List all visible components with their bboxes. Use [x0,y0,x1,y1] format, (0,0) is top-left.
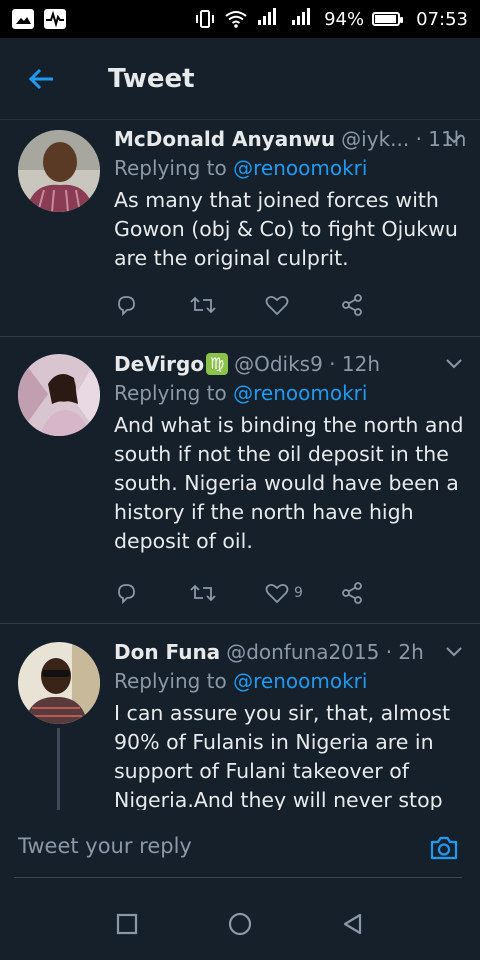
battery-percent: 94% [324,8,365,30]
vibrate-icon [196,10,215,28]
recents-square-icon [116,913,137,935]
home-circle-icon [228,912,252,936]
camera-button[interactable] [428,832,460,864]
share-icon [342,582,362,604]
mention-link[interactable]: @renoomokri [233,669,367,693]
chevron-down-icon[interactable] [442,126,466,150]
signal-icon-1 [256,7,282,31]
handle-text: @iyk... [341,127,410,151]
avatar[interactable] [18,354,100,436]
reply-icon [118,584,135,605]
tweet-header: McDonald Anyanwu @iyk... · 11h [114,124,466,154]
camera-icon [430,836,458,860]
home-button[interactable] [220,904,260,944]
status-right: 94% 07:53 [194,7,468,31]
status-left-icons [12,9,66,29]
retweet-button[interactable] [189,293,264,317]
clock: 07:53 [416,8,468,30]
top-app-bar: Tweet [0,38,480,120]
handle-text: @donfuna2015 [226,640,380,664]
reply-input[interactable]: Tweet your reply [18,834,192,858]
display-name[interactable]: Don Funa [114,640,220,664]
battery-icon [372,12,404,26]
reply-button[interactable] [114,293,189,317]
share-button[interactable] [339,581,414,605]
back-triangle-icon [344,913,362,935]
handle: @Odiks9 · 12h [234,352,381,376]
tweet-header: DeVirgo ♍ @Odiks9 · 12h [114,349,466,379]
system-nav-bar [0,888,480,960]
like-button[interactable] [264,293,339,317]
reply-icon [118,296,135,317]
retweet-button[interactable] [189,581,264,605]
timestamp: 12h [341,352,381,376]
avatar[interactable] [18,642,100,724]
retweet-icon [190,584,216,602]
signal-icon-2 [290,7,316,31]
arrow-left-icon [28,68,53,89]
battery-fill [375,15,396,23]
replying-prefix: Replying to [114,156,234,180]
nav-back-button[interactable] [333,904,373,944]
heart-icon [265,295,289,316]
timestamp: 2h [398,640,424,664]
share-icon [342,294,362,316]
heart-icon [265,583,289,604]
tweet-text: As many that joined forces with Gowon (o… [114,188,458,270]
like-count: 9 [294,585,303,601]
tweet-text: I can assure you sir, that, almost 90% o… [114,701,451,810]
tweet-text: And what is binding the north and south … [114,413,464,553]
replying-to: Replying to @renoomokri [114,381,466,405]
retweet-icon [190,296,216,314]
like-button[interactable]: 9 [264,581,339,605]
replying-to: Replying to @renoomokri [114,156,466,180]
gallery-icon [12,9,34,29]
tweet-actions [114,289,414,321]
handle-text: @Odiks9 [234,352,323,376]
wifi-icon [225,11,247,28]
display-name[interactable]: DeVirgo [114,352,204,376]
reply-composer: Tweet your reply [0,810,480,888]
recents-button[interactable] [107,904,147,944]
mention-link[interactable]: @renoomokri [233,156,367,180]
reply-button[interactable] [114,581,189,605]
reply-feed[interactable]: McDonald Anyanwu @iyk... · 11h Replying … [0,120,480,810]
replying-to: Replying to @renoomokri [114,669,466,693]
page-title: Tweet [108,63,195,94]
chevron-down-icon[interactable] [442,639,466,663]
status-bar: 94% 07:53 [0,0,480,38]
replying-prefix: Replying to [114,381,234,405]
tweet-header: Don Funa @donfuna2015 · 2h [114,637,466,667]
replying-prefix: Replying to [114,669,234,693]
chevron-down-icon[interactable] [442,351,466,375]
tweet-item[interactable]: DeVirgo ♍ @Odiks9 · 12h Replying to @ren… [0,337,480,624]
tweet-item[interactable]: McDonald Anyanwu @iyk... · 11h Replying … [0,120,480,337]
thread-line [57,728,60,810]
handle: @donfuna2015 · 2h [226,640,424,664]
display-name[interactable]: McDonald Anyanwu [114,127,335,151]
reply-input-underline [14,877,462,878]
virgo-emoji-icon: ♍ [206,353,229,375]
avatar[interactable] [18,130,100,212]
mention-link[interactable]: @renoomokri [233,381,367,405]
share-button[interactable] [339,293,414,317]
tweet-item[interactable]: Don Funa @donfuna2015 · 2h Replying to @… [0,624,480,810]
activity-icon [44,9,66,29]
tweet-actions: 9 [114,577,414,609]
back-button[interactable] [12,49,72,109]
